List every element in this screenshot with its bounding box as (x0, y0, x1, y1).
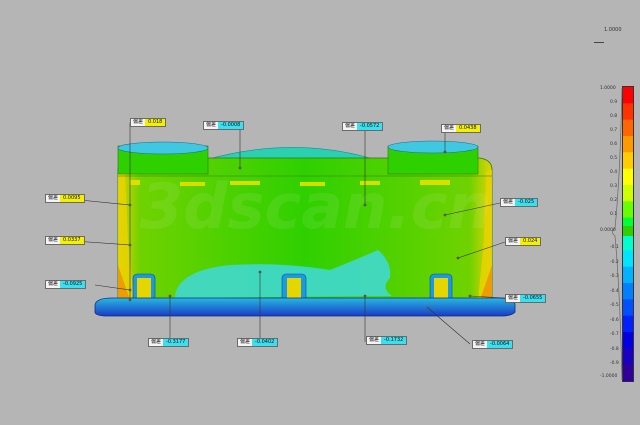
scale-tick-label: 0.7 (610, 128, 618, 133)
left-boss-top (117, 141, 209, 155)
scale-color-band (623, 201, 633, 218)
scale-top-tick (594, 42, 604, 43)
scale-mid-band (623, 226, 633, 236)
scale-color-band (623, 152, 633, 169)
scale-tick-label: -0.1 (610, 245, 619, 250)
scale-tick-label: 0.1 (610, 212, 618, 217)
callout-deviation-14[interactable]: 偏差 -0.0064 (472, 340, 514, 349)
callout-deviation-8[interactable]: 偏差 0.024 (505, 237, 542, 246)
base-flange (94, 297, 516, 317)
scale-color-band (623, 266, 633, 284)
scale-color-band (623, 103, 633, 120)
callout-deviation-12[interactable]: 偏差 -0.0402 (237, 338, 279, 347)
scale-tick-label: 0.2 (610, 198, 618, 203)
scale-color-band (623, 234, 633, 251)
scale-tick-label: -0.8 (610, 346, 619, 352)
scale-color-band (623, 136, 633, 153)
scale-tick-label: -0.9 (610, 361, 619, 366)
callout-deviation-5[interactable]: 偏差 0.0095 (45, 194, 85, 203)
scale-color-band (623, 250, 633, 267)
scale-tick-label: -0.6 (610, 317, 619, 323)
scale-min-label: -1.0000 (600, 374, 618, 379)
scale-color-band (623, 168, 633, 186)
scale-color-band (623, 87, 633, 104)
callout-deviation-7[interactable]: 偏差 0.0337 (45, 236, 85, 245)
watermark: 3dscan.cn (140, 170, 492, 243)
scale-tick-label: -0.7 (610, 332, 619, 337)
scale-tick-label: 0.9 (610, 100, 618, 105)
scale-color-band (623, 364, 633, 382)
scale-tick-label: 0.6 (610, 142, 618, 147)
scale-tick-label: -0.2 (610, 259, 619, 265)
scale-top-value: 1.0000 (604, 27, 622, 33)
scale-color-band (623, 315, 633, 333)
scale-tick-label: 0.3 (610, 184, 618, 189)
scale-tick-label: 0.4 (610, 170, 618, 175)
callout-deviation-9[interactable]: 偏差 -0.0925 (45, 280, 87, 289)
callout-deviation-10[interactable]: 偏差 -0.0655 (505, 294, 547, 303)
scale-tick-label: 0.8 (610, 114, 618, 119)
callout-deviation-13[interactable]: 偏差 -0.1732 (366, 336, 408, 345)
callout-deviation-4[interactable]: 偏差 0.0438 (441, 124, 481, 133)
scale-color-band (623, 348, 633, 365)
scale-color-band (623, 283, 633, 300)
scale-mid-label: 0.0000 (600, 228, 616, 233)
callout-deviation-2[interactable]: 偏差 -0.0008 (203, 121, 245, 130)
callout-deviation-1[interactable]: 偏差 0.018 (130, 118, 167, 127)
scale-tick-label: -0.5 (610, 303, 619, 308)
scale-color-band (623, 119, 633, 137)
scale-color-band (623, 185, 633, 202)
scale-color-band (623, 332, 633, 349)
scale-tick-label: -0.4 (610, 288, 619, 294)
scale-max-label: 1.0000 (600, 86, 616, 91)
callout-deviation-6[interactable]: 偏差 -0.025 (500, 198, 539, 207)
scale-tick-label: -0.3 (610, 274, 619, 279)
right-boss-top (387, 140, 479, 154)
callout-deviation-11[interactable]: 偏差 -0.3177 (148, 338, 190, 347)
scale-tick-label: 0.5 (610, 156, 618, 161)
callout-deviation-3[interactable]: 偏差 -0.0572 (342, 122, 384, 131)
3d-viewport[interactable]: 3dscan.cn (0, 0, 640, 425)
scale-color-band (623, 299, 633, 316)
